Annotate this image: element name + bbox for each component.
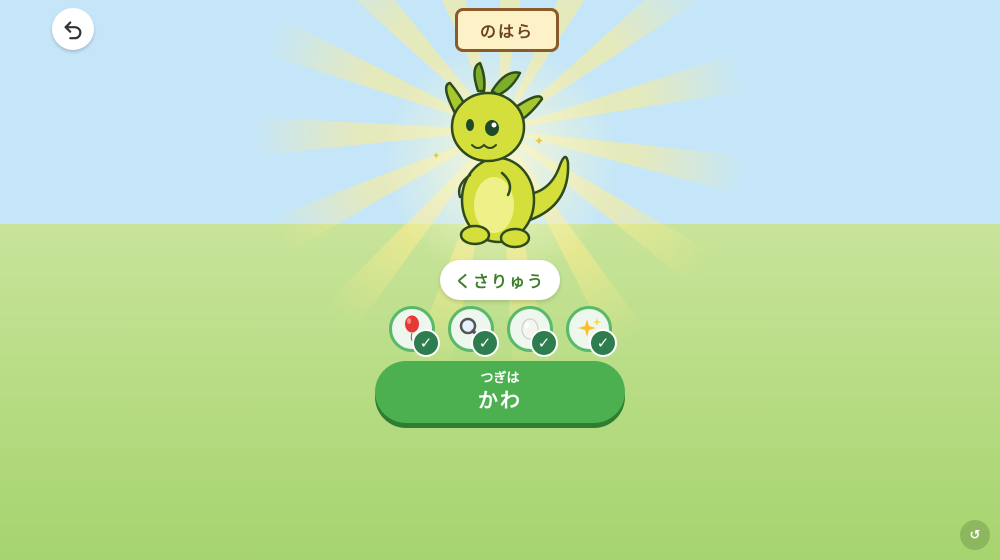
item-sparkles: ✓ [566,306,617,357]
creature-name: くさりゅう [440,260,560,300]
check-icon: ✓ [530,329,558,357]
reset-button[interactable]: ↺ [960,520,990,550]
back-arrow-icon [64,21,82,40]
grass-dragon-image: ✦ ✦ [432,61,570,249]
next-button-main-label: かわ [478,388,522,412]
location-title: のはら [455,8,559,52]
check-icon: ✓ [412,329,440,357]
svg-text:✦: ✦ [432,151,440,162]
item-magnifier: ✓ [448,306,499,357]
check-icon: ✓ [589,329,617,357]
check-icon: ✓ [471,329,499,357]
next-location-button[interactable]: つぎは かわ [375,361,625,423]
svg-text:✦: ✦ [534,134,544,148]
item-balloon: ✓ [389,306,440,357]
next-button-sub-label: つぎは [480,371,520,386]
back-button[interactable] [52,8,94,50]
item-egg: ✓ [507,306,558,357]
reset-icon: ↺ [969,527,981,543]
